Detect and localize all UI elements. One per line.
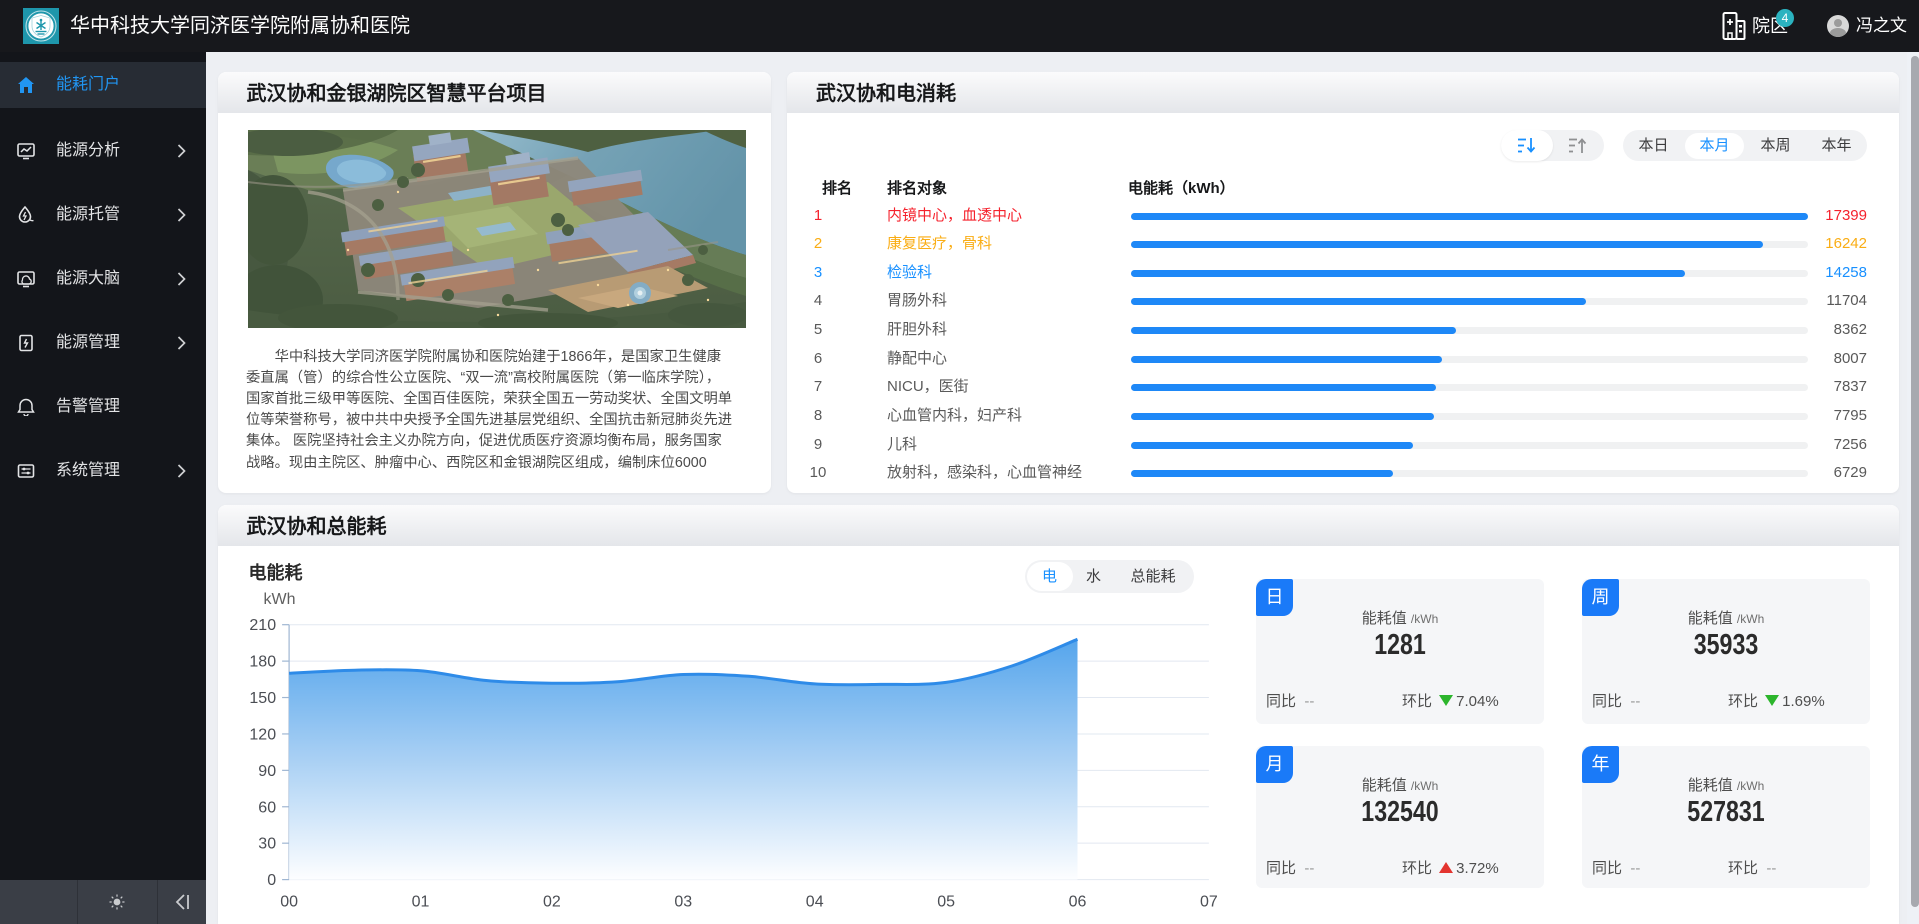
svg-text:03: 03 (674, 894, 692, 911)
svg-text:00: 00 (280, 894, 298, 911)
svg-text:02: 02 (543, 894, 561, 911)
svg-text:07: 07 (1200, 894, 1218, 911)
svg-text:30: 30 (258, 836, 276, 853)
svg-text:150: 150 (249, 690, 276, 707)
svg-text:180: 180 (249, 654, 276, 671)
svg-text:04: 04 (805, 894, 823, 911)
svg-text:05: 05 (937, 894, 955, 911)
svg-text:90: 90 (258, 763, 276, 780)
svg-text:60: 60 (258, 799, 276, 816)
svg-text:06: 06 (1068, 894, 1086, 911)
svg-text:210: 210 (249, 617, 276, 634)
svg-text:0: 0 (267, 872, 276, 889)
svg-text:120: 120 (249, 726, 276, 743)
svg-text:01: 01 (411, 894, 429, 911)
